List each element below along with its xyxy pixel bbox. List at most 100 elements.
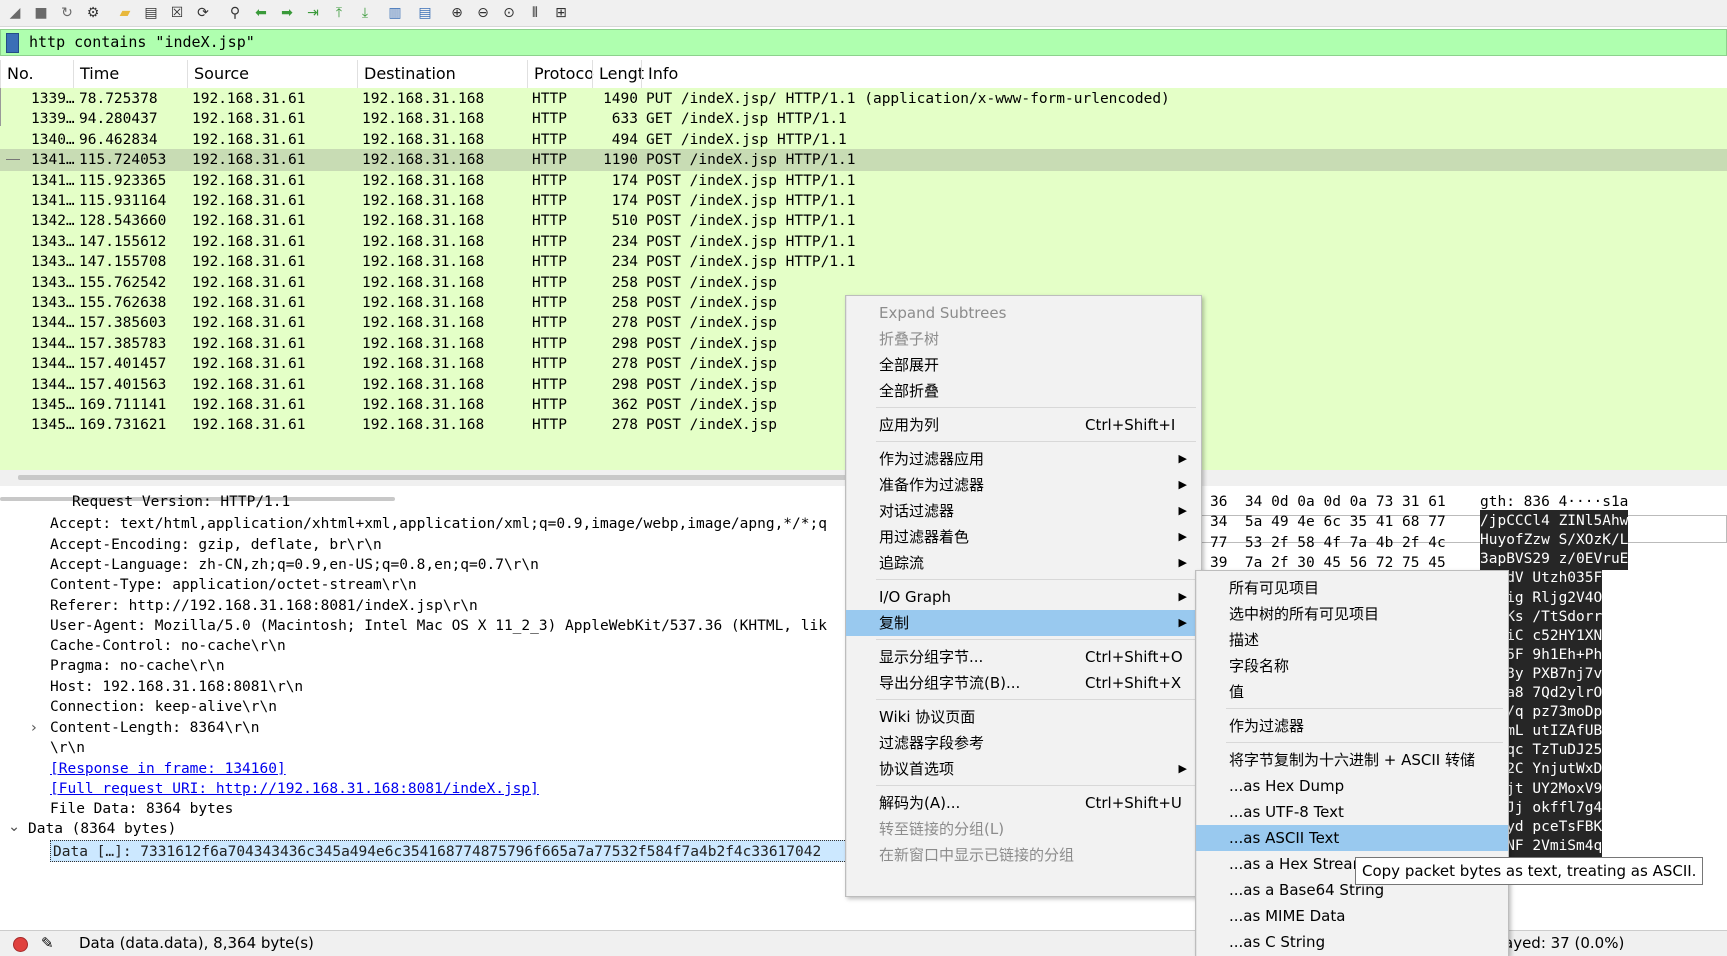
data-field-selected[interactable]: Data […]: 7331612f6a704343436c345a494e6c… [50, 840, 935, 862]
detail-line[interactable]: File Data: 8364 bytes [50, 798, 233, 820]
save-file-icon[interactable]: ▤ [140, 2, 162, 24]
menu-separator [1226, 708, 1503, 709]
detail-link[interactable]: [Full request URI: http://192.168.31.168… [50, 778, 539, 800]
menu-item-as-ascii-text[interactable]: ...as ASCII Text [1196, 825, 1508, 851]
forward-arrow-icon[interactable]: ➡ [276, 2, 298, 24]
capture-options-icon[interactable]: ⚙ [82, 2, 104, 24]
packet-row[interactable]: 1341… 115.923365 192.168.31.61 192.168.31.1… [0, 170, 1727, 192]
menu-item-item-3[interactable]: 字段名称 [1196, 653, 1508, 679]
packet-cell-src: 192.168.31.61 [192, 397, 306, 413]
resize-columns-icon[interactable]: ⫴ [524, 2, 546, 24]
edit-comment-icon[interactable]: ✎ [41, 934, 54, 952]
menu-item-as-hex-dump[interactable]: ...as Hex Dump [1196, 773, 1508, 799]
display-filter-bar[interactable]: http contains "indeX.jsp" [0, 29, 1727, 56]
open-folder-icon[interactable]: ▰ [114, 2, 136, 24]
last-packet-icon[interactable]: ⤓ [354, 2, 376, 24]
detail-line[interactable]: Host: 192.168.31.168:8081\r\n [50, 676, 303, 698]
menu-item-ascii[interactable]: 将字节复制为十六进制 + ASCII 转储 [1196, 747, 1508, 773]
submenu-arrow-icon: ▶ [1178, 504, 1187, 517]
detail-line[interactable]: Accept-Encoding: gzip, deflate, br\r\n [50, 534, 382, 556]
menu-item-item-21[interactable]: 协议首选项 ▶ [846, 756, 1201, 782]
menu-item-item-0[interactable]: 所有可见项目 [1196, 575, 1508, 601]
detail-line[interactable]: Pragma: no-cache\r\n [50, 655, 225, 677]
go-to-packet-icon[interactable]: ⇥ [302, 2, 324, 24]
reload-icon[interactable]: ⟳ [192, 2, 214, 24]
menu-item-item-16[interactable]: 显示分组字节... Ctrl+Shift+O [846, 644, 1201, 670]
zoom-out-icon[interactable]: ⊖ [472, 2, 494, 24]
packet-details-pane[interactable]: Request Version: HTTP/1.1 Accept: text/ht… [0, 494, 948, 907]
detail-line[interactable]: Content-Type: application/octet-stream\r… [50, 574, 417, 596]
menu-item-b[interactable]: 导出分组字节流(B)... Ctrl+Shift+X [846, 670, 1201, 696]
menu-item-item-2[interactable]: 描述 [1196, 627, 1508, 653]
menu-item-as-utf-8-text[interactable]: ...as UTF-8 Text [1196, 799, 1508, 825]
detail-line[interactable]: Referer: http://192.168.31.168:8081/inde… [50, 595, 478, 617]
packet-cell-len: 633 [611, 111, 638, 128]
menu-item-item-10[interactable]: 用过滤器着色 ▶ [846, 524, 1201, 550]
zoom-normal-icon[interactable]: ⊙ [498, 2, 520, 24]
menu-item-a[interactable]: 解码为(A)... Ctrl+Shift+U [846, 790, 1201, 816]
menu-item-item-8[interactable]: 准备作为过滤器 ▶ [846, 472, 1201, 498]
packet-cell-len: 510 [611, 213, 638, 230]
detail-line[interactable]: Connection: keep-alive\r\n [50, 696, 277, 718]
detail-line[interactable]: Accept: text/html,application/xhtml+xml,… [50, 513, 827, 535]
detail-line[interactable]: Request Version: HTTP/1.1 [72, 491, 290, 513]
column-header-5[interactable]: Protoco [527, 60, 594, 88]
menu-item-item-1[interactable]: 选中树的所有可见项目 [1196, 601, 1508, 627]
zoom-in-icon[interactable]: ⊕ [446, 2, 468, 24]
packet-cell-time: 155.762542 [79, 274, 167, 291]
expert-info-icon[interactable] [13, 937, 28, 952]
menu-item-item-5[interactable]: 应用为列 Ctrl+Shift+I [846, 412, 1201, 438]
menu-item-item-2[interactable]: 全部展开 [846, 352, 1201, 378]
bookmark-icon[interactable] [6, 33, 19, 53]
menu-item-item-6[interactable]: 作为过滤器 [1196, 713, 1508, 739]
colorize-icon[interactable]: ▤ [414, 2, 436, 24]
shark-fin-start-icon[interactable]: ◢ [4, 2, 26, 24]
find-icon[interactable]: ⚲ [224, 2, 246, 24]
menu-item-item-11[interactable]: 追踪流 ▶ [846, 550, 1201, 576]
autoscroll-icon[interactable]: ▥ [384, 2, 406, 24]
restart-icon[interactable]: ↻ [56, 2, 78, 24]
menu-item-item-7[interactable]: 作为过滤器应用 ▶ [846, 446, 1201, 472]
detail-line[interactable]: Cache-Control: no-cache\r\n [50, 635, 286, 657]
menu-item-item-20[interactable]: 过滤器字段参考 [846, 730, 1201, 756]
packet-row[interactable]: 1339… 78.725378 192.168.31.61 192.168.31.16… [0, 88, 1727, 110]
collapse-arrow-icon[interactable]: ⌄ [8, 816, 20, 838]
menu-item-label: 描述 [1229, 631, 1260, 649]
column-header-1[interactable]: No. [0, 60, 73, 88]
detail-line[interactable]: \r\n [50, 737, 85, 759]
detail-link[interactable]: [Response in frame: 134160] [50, 758, 286, 780]
column-header-6[interactable]: Lengt [592, 60, 644, 88]
back-arrow-icon[interactable]: ⬅ [250, 2, 272, 24]
packet-row[interactable]: 1343… 155.762542 192.168.31.61 192.168.31.1… [0, 272, 1727, 294]
layout-icon[interactable]: ⊞ [550, 2, 572, 24]
display-filter-input[interactable]: http contains "indeX.jsp" [29, 30, 255, 55]
packet-row[interactable]: 1343… 147.155708 192.168.31.61 192.168.31.1… [0, 251, 1727, 273]
detail-line[interactable]: Content-Length: 8364\r\n [50, 717, 260, 739]
packet-row[interactable]: 1341… 115.724053 192.168.31.61 192.168.31.1… [0, 149, 1727, 172]
packet-row[interactable]: 1341… 115.931164 192.168.31.61 192.168.31.1… [0, 190, 1727, 212]
detail-line[interactable]: Accept-Language: zh-CN,zh;q=0.9,en-US;q=… [50, 554, 539, 576]
detail-line[interactable]: User-Agent: Mozilla/5.0 (Macintosh; Inte… [50, 615, 827, 637]
menu-item-as-mime-data[interactable]: ...as MIME Data [1196, 903, 1508, 929]
column-header-7[interactable]: Info [641, 60, 1727, 88]
menu-item-l: 转至链接的分组(L) [846, 816, 1201, 842]
packet-row[interactable]: 1340… 96.462834 192.168.31.61 192.168.31.16… [0, 129, 1727, 151]
column-header-4[interactable]: Destination [357, 60, 527, 88]
menu-item-item-3[interactable]: 全部折叠 [846, 378, 1201, 404]
menu-item-i-o-graph[interactable]: I/O Graph ▶ [846, 584, 1201, 610]
data-tree-node[interactable]: Data (8364 bytes) [28, 818, 176, 840]
menu-item-item-14[interactable]: 复制 ▶ [846, 610, 1201, 636]
column-header-3[interactable]: Source [187, 60, 357, 88]
packet-row[interactable]: 1343… 147.155612 192.168.31.61 192.168.31.1… [0, 231, 1727, 253]
close-file-icon[interactable]: ☒ [166, 2, 188, 24]
menu-item-item-4[interactable]: 值 [1196, 679, 1508, 705]
expand-arrow-icon[interactable]: › [31, 717, 37, 739]
packet-row[interactable]: 1342… 128.543660 192.168.31.61 192.168.31.1… [0, 210, 1727, 232]
menu-item-wiki[interactable]: Wiki 协议页面 [846, 704, 1201, 730]
packet-row[interactable]: 1339… 94.280437 192.168.31.61 192.168.31.16… [0, 108, 1727, 130]
column-header-2[interactable]: Time [73, 60, 187, 88]
first-packet-icon[interactable]: ⤒ [328, 2, 350, 24]
menu-item-as-c-string[interactable]: ...as C String [1196, 929, 1508, 955]
menu-item-item-9[interactable]: 对话过滤器 ▶ [846, 498, 1201, 524]
stop-icon[interactable]: ■ [30, 2, 52, 24]
